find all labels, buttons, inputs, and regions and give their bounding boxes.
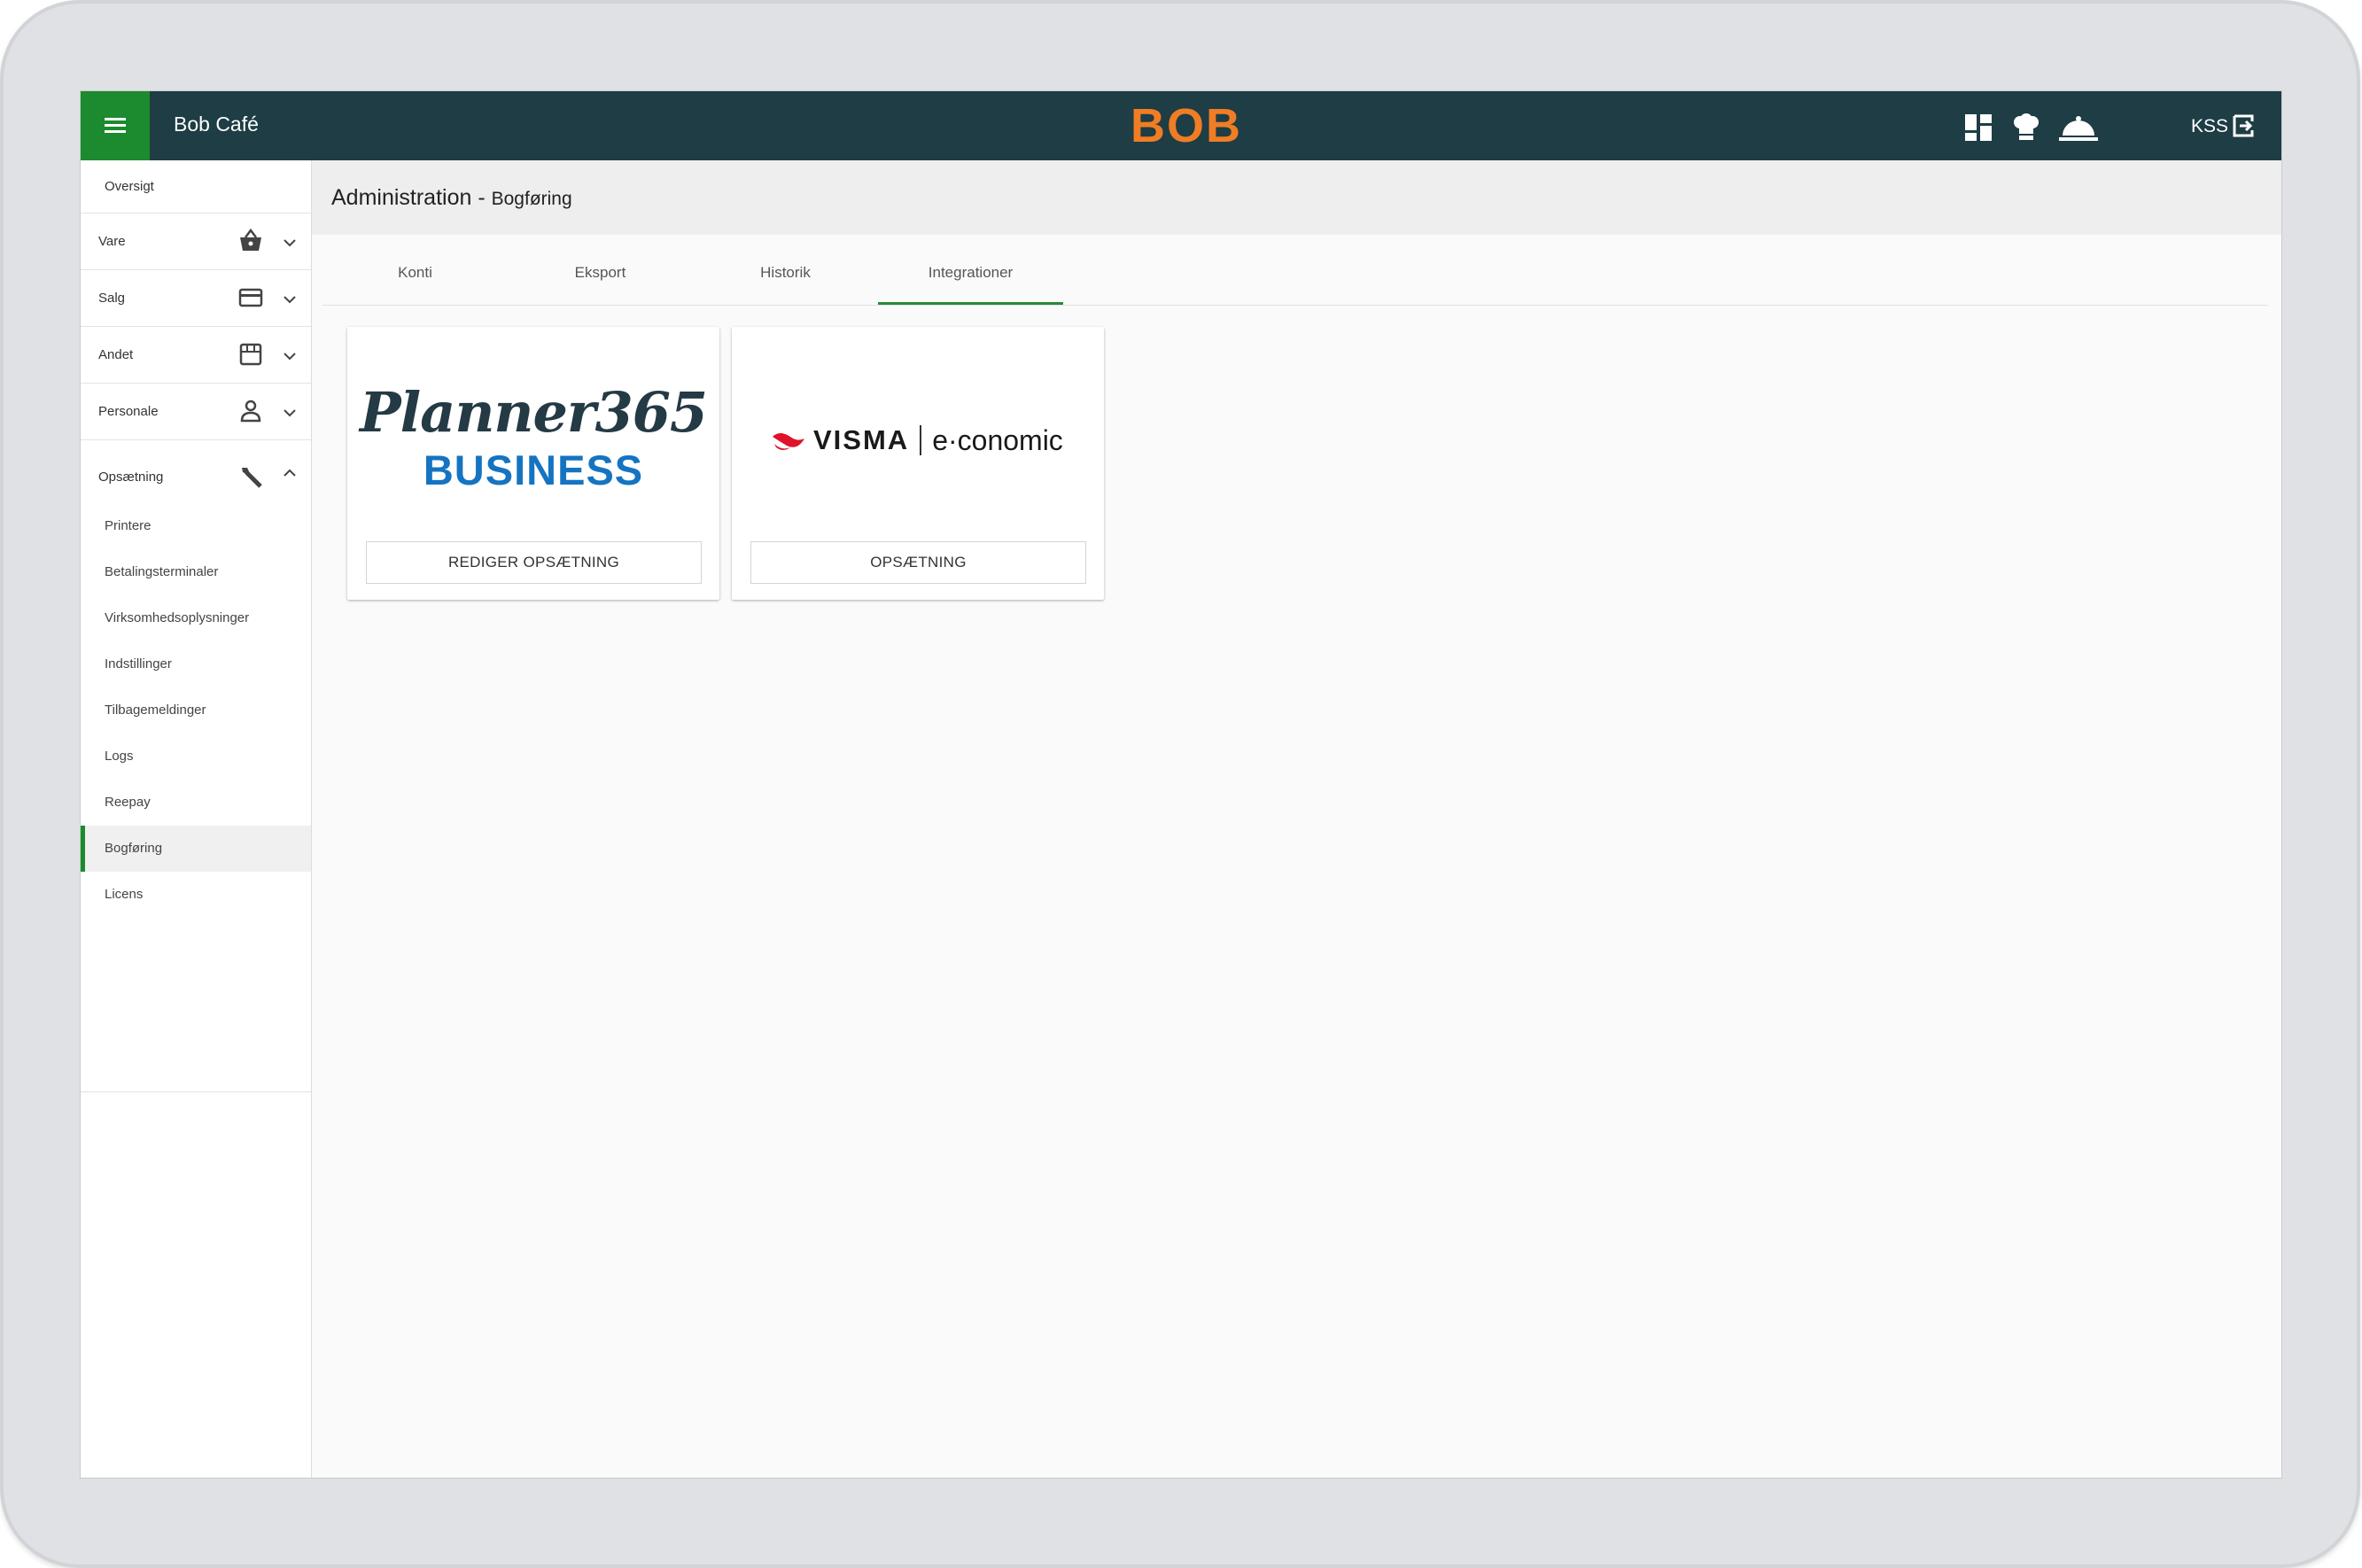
chevron-down-icon — [284, 409, 296, 417]
visma-swoosh-icon — [773, 433, 804, 450]
hamburger-icon — [105, 118, 126, 134]
serving-bell-icon[interactable] — [2058, 113, 2099, 143]
sidebar-subitem-virksomhedsoplysninger[interactable]: Virksomhedsoplysninger — [81, 595, 311, 641]
tab-bar: Konti Eksport Historik Integrationer — [322, 253, 2268, 306]
sidebar-item-vare[interactable]: Vare — [81, 213, 311, 270]
setup-button[interactable]: OPSÆTNING — [750, 541, 1086, 584]
app-title: Bob Café — [174, 113, 259, 136]
sidebar-item-andet[interactable]: Andet — [81, 327, 311, 384]
planner365-logo-text: Planner365 — [359, 380, 708, 445]
basket-icon — [240, 228, 261, 251]
sidebar: Oversigt Vare Salg Andet Personale Opsæt… — [81, 160, 312, 1478]
page-title-separator: - — [471, 185, 492, 210]
planner365-logo-subtext: BUSINESS — [423, 446, 644, 493]
sidebar-subitem-label: Virksomhedsoplysninger — [105, 610, 250, 625]
sidebar-subitem-betalingsterminaler[interactable]: Betalingsterminaler — [81, 549, 311, 595]
sidebar-subitem-tilbagemeldinger[interactable]: Tilbagemeldinger — [81, 687, 311, 734]
user-code[interactable]: KSS — [2191, 116, 2228, 137]
integration-card-visma: VISMA e·conomic OPSÆTNING — [732, 327, 1104, 600]
sidebar-subitem-reepay[interactable]: Reepay — [81, 780, 311, 826]
wrench-icon — [242, 468, 262, 488]
sidebar-item-label: Salg — [98, 291, 126, 306]
sidebar-item-salg[interactable]: Salg — [81, 270, 311, 327]
economic-logo-text: e·conomic — [932, 423, 1063, 456]
chevron-down-icon — [284, 239, 296, 247]
sidebar-subitem-logs[interactable]: Logs — [81, 734, 311, 780]
tab-historik[interactable]: Historik — [693, 253, 878, 305]
logo-divider — [920, 425, 922, 455]
page-title: Administration - Bogføring — [331, 185, 572, 211]
sidebar-subitem-label: Indstillinger — [105, 656, 172, 671]
sidebar-item-oversigt[interactable]: Oversigt — [81, 160, 311, 213]
sidebar-item-label: Opsætning — [98, 470, 164, 485]
sidebar-subitem-label: Bogføring — [105, 841, 163, 856]
sidebar-item-label: Vare — [98, 234, 126, 249]
chevron-down-icon — [284, 296, 296, 304]
tab-integrationer[interactable]: Integrationer — [878, 253, 1063, 305]
page-subtitle: Bogføring — [491, 189, 572, 209]
sidebar-subitem-bogforing[interactable]: Bogføring — [81, 826, 311, 872]
credit-card-icon — [238, 288, 263, 307]
page-title-main: Administration — [331, 185, 472, 210]
edit-setup-button[interactable]: REDIGER OPSÆTNING — [366, 541, 702, 584]
brand-logo[interactable]: BOB — [1129, 98, 1244, 153]
sidebar-item-opsaetning[interactable]: Opsætning Printere Betalingsterminaler V… — [81, 440, 311, 1092]
sidebar-subitem-label: Tilbagemeldinger — [105, 702, 206, 718]
store-icon — [239, 343, 262, 366]
brand-logo-text: BOB — [1130, 99, 1242, 152]
chevron-up-icon — [284, 469, 296, 477]
sidebar-subitem-label: Logs — [105, 749, 134, 764]
sidebar-item-label: Oversigt — [105, 179, 154, 194]
sidebar-subitem-licens[interactable]: Licens — [81, 872, 311, 918]
sidebar-subitem-printere[interactable]: Printere — [81, 503, 311, 549]
sidebar-item-label: Andet — [98, 347, 134, 362]
top-bar: Bob Café BOB KSS — [81, 91, 2281, 160]
page-header: Administration - Bogføring — [312, 160, 2281, 235]
menu-button[interactable] — [81, 91, 150, 160]
tab-eksport[interactable]: Eksport — [508, 253, 693, 305]
sidebar-subitem-label: Licens — [105, 887, 144, 902]
sidebar-item-personale[interactable]: Personale — [81, 384, 311, 440]
logout-icon[interactable] — [2231, 113, 2257, 139]
integration-card-planner365: Planner365 BUSINESS REDIGER OPSÆTNING — [347, 327, 719, 600]
sidebar-subitem-label: Reepay — [105, 795, 151, 810]
sidebar-subitem-indstillinger[interactable]: Indstillinger — [81, 641, 311, 687]
app-screen: Bob Café BOB KSS Oversigt Vare Salg Ande… — [80, 90, 2282, 1479]
sidebar-subitem-label: Printere — [105, 518, 152, 533]
tab-konti[interactable]: Konti — [322, 253, 508, 305]
sidebar-item-label: Personale — [98, 404, 159, 419]
person-icon — [240, 400, 261, 423]
sidebar-subitem-label: Betalingsterminaler — [105, 564, 219, 579]
dashboard-icon[interactable] — [1961, 113, 1996, 143]
visma-economic-logo: VISMA e·conomic — [771, 423, 1063, 458]
chevron-down-icon — [284, 353, 296, 361]
chef-icon[interactable] — [2008, 113, 2044, 143]
visma-logo-text: VISMA — [813, 424, 910, 455]
